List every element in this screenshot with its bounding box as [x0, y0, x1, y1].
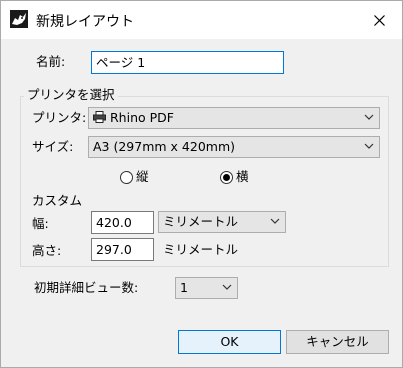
cancel-button[interactable]: キャンセル — [286, 330, 389, 354]
unit-select-value: ミリメートル — [163, 214, 239, 229]
chevron-down-icon — [270, 218, 280, 224]
new-layout-dialog: 新規レイアウト 名前: ページ 1 プリンタを選択 プリンタ: Rhino PD… — [0, 0, 403, 368]
chevron-down-icon — [364, 114, 374, 120]
name-input[interactable]: ページ 1 — [91, 51, 284, 74]
printer-icon — [93, 111, 106, 123]
title-bar: 新規レイアウト — [1, 1, 402, 39]
chevron-down-icon — [222, 284, 232, 290]
width-input[interactable]: 420.0 — [91, 211, 154, 234]
size-select-value: A3 (297mm x 420mm) — [93, 139, 235, 154]
height-label: 高さ: — [32, 243, 62, 258]
size-select[interactable]: A3 (297mm x 420mm) — [88, 136, 380, 158]
name-label: 名前: — [36, 54, 66, 69]
close-button[interactable] — [356, 1, 402, 39]
detail-views-value: 1 — [180, 280, 188, 295]
chevron-down-icon — [364, 143, 374, 149]
landscape-label: 横 — [236, 169, 249, 184]
close-icon — [373, 14, 385, 26]
width-label: 幅: — [32, 216, 49, 231]
size-label: サイズ: — [32, 139, 74, 154]
printer-label: プリンタ: — [32, 110, 87, 125]
rhino-app-icon — [10, 10, 28, 28]
detail-views-label: 初期詳細ビュー数: — [34, 280, 139, 295]
custom-section-title: カスタム — [32, 193, 83, 208]
printer-select-value: Rhino PDF — [109, 110, 174, 125]
portrait-label: 縦 — [136, 169, 149, 184]
landscape-radio[interactable] — [220, 171, 233, 184]
window-title: 新規レイアウト — [36, 14, 134, 30]
printer-group-title: プリンタを選択 — [24, 86, 118, 104]
ok-button[interactable]: OK — [178, 330, 281, 354]
height-input[interactable]: 297.0 — [91, 238, 154, 261]
unit-select[interactable]: ミリメートル — [158, 211, 286, 233]
radio-selected-dot — [223, 174, 230, 181]
printer-select[interactable]: Rhino PDF — [88, 107, 380, 129]
height-unit-label: ミリメートル — [163, 242, 239, 257]
portrait-radio[interactable] — [120, 171, 133, 184]
detail-views-select[interactable]: 1 — [175, 277, 238, 299]
